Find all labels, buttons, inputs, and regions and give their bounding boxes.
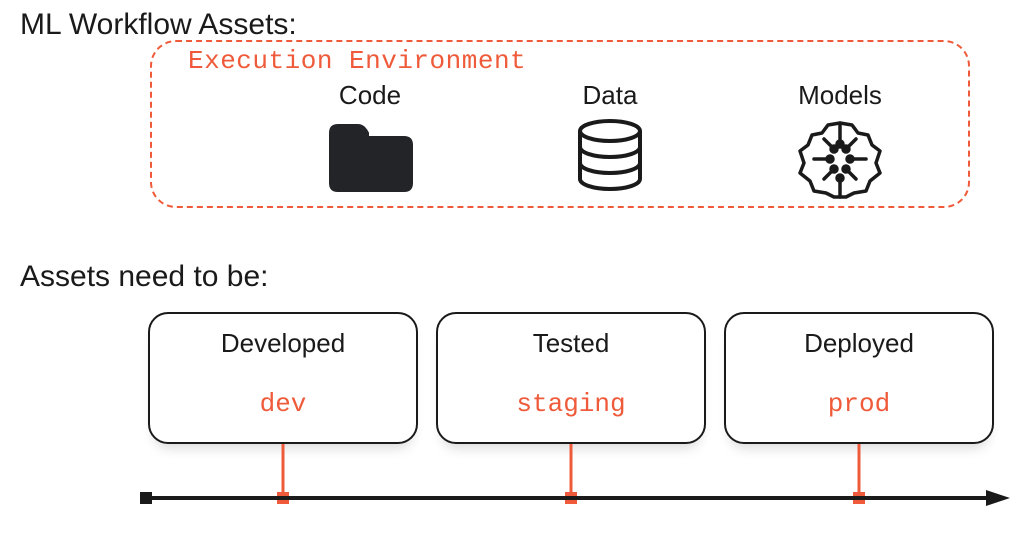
- timeline-arrow: [140, 490, 1010, 514]
- connectors: [0, 0, 1024, 535]
- diagram-canvas: ML Workflow Assets: Execution Environmen…: [0, 0, 1024, 535]
